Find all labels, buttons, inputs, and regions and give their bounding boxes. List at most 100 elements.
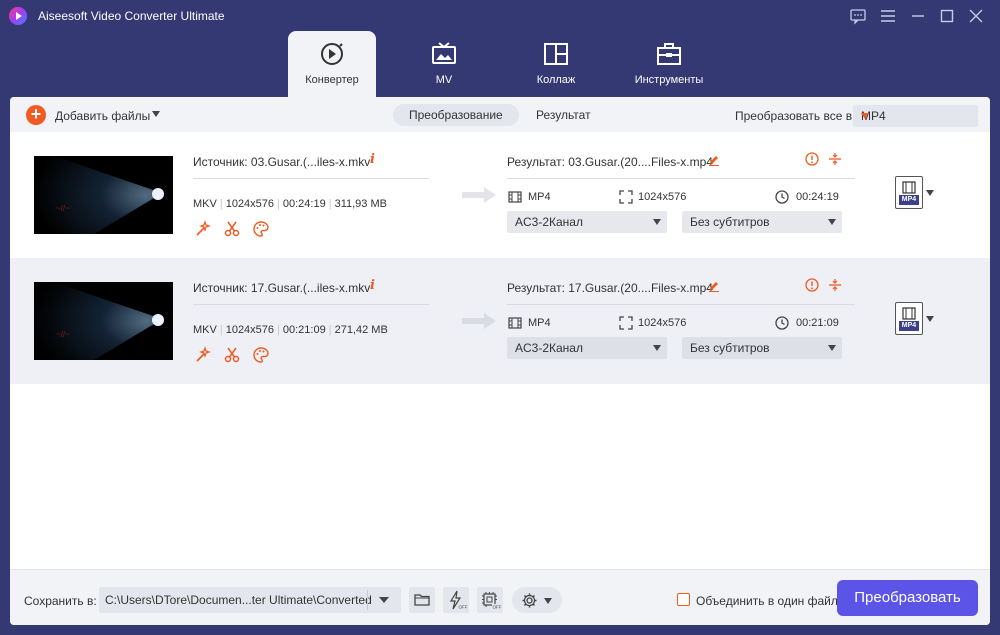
tab-collage[interactable]: Коллаж	[512, 31, 600, 97]
output-resolution: 1024x576	[638, 317, 687, 329]
source-meta: MKV | 1024x576 | 00:24:19 | 311,93 MB	[193, 198, 387, 210]
minimize-icon[interactable]	[908, 6, 928, 26]
toolbar: + Добавить файлы Преобразование Результа…	[10, 97, 990, 135]
divider	[507, 178, 855, 179]
tab-converter[interactable]: Конвертер	[288, 31, 376, 97]
arrow-right-icon	[462, 313, 496, 329]
video-thumbnail[interactable]: ~//~	[34, 282, 173, 360]
title-bar: Aiseesoft Video Converter Ultimate	[0, 0, 1000, 32]
convert-all-label: Преобразовать все в:	[735, 109, 856, 123]
audio-track-select[interactable]: AC3-2Канал	[507, 337, 667, 359]
audio-track-value: AC3-2Канал	[515, 215, 583, 229]
audio-track-value: AC3-2Канал	[515, 341, 583, 355]
gear-icon	[522, 593, 537, 608]
divider	[367, 590, 368, 610]
convert-all-button[interactable]: Преобразовать	[837, 580, 978, 616]
video-frame-image: ~//~	[34, 156, 173, 234]
cut-icon[interactable]	[223, 346, 241, 364]
convert-all-format-select[interactable]: MP4	[853, 105, 978, 127]
feedback-icon[interactable]	[848, 6, 868, 26]
source-container: MKV	[193, 324, 217, 336]
open-folder-button[interactable]	[409, 587, 435, 613]
source-filename: Источник: 03.Gusar.(...iles-x.mkv	[193, 155, 371, 169]
output-folder-select[interactable]: C:\Users\DTore\Documen...ter Ultimate\Co…	[99, 587, 401, 613]
tab-mv[interactable]: MV	[400, 31, 488, 97]
folder-icon	[414, 594, 430, 606]
chevron-down-icon	[861, 113, 869, 119]
enhance-icon[interactable]	[194, 220, 212, 238]
output-duration: 00:24:19	[796, 191, 839, 203]
converter-icon	[321, 43, 343, 65]
source-size: 271,42 MB	[334, 324, 388, 336]
source-meta: MKV | 1024x576 | 00:21:09 | 271,42 MB	[193, 324, 388, 336]
alert-icon[interactable]	[805, 278, 819, 292]
tab-mv-label: MV	[435, 74, 453, 86]
resolution-icon	[619, 190, 633, 204]
add-files-icon[interactable]: +	[26, 105, 46, 125]
chevron-down-icon	[653, 345, 661, 351]
film-icon	[508, 191, 522, 203]
add-files-button[interactable]: Добавить файлы	[55, 109, 150, 123]
tab-conversion[interactable]: Преобразование	[393, 104, 519, 126]
palette-icon[interactable]	[252, 346, 270, 364]
merge-checkbox[interactable]	[677, 593, 690, 606]
alert-icon[interactable]	[805, 152, 819, 166]
format-dropdown-icon[interactable]	[926, 316, 934, 322]
cpu-off-icon: OFF	[482, 592, 502, 610]
compress-icon[interactable]	[828, 278, 842, 292]
format-badge-label: MP4	[899, 321, 919, 331]
output-resolution: 1024x576	[638, 191, 687, 203]
output-format-badge[interactable]: MP4	[895, 302, 923, 335]
tv-icon	[432, 42, 456, 64]
compress-icon[interactable]	[828, 152, 842, 166]
source-resolution: 1024x576	[225, 198, 275, 210]
video-frame-image: ~//~	[34, 282, 173, 360]
toolbox-icon	[657, 43, 681, 65]
menu-icon[interactable]	[878, 6, 898, 26]
close-icon[interactable]	[966, 6, 986, 26]
output-format: MP4	[528, 191, 551, 203]
cut-icon[interactable]	[223, 220, 241, 238]
format-dropdown-icon[interactable]	[926, 190, 934, 196]
gpu-accel-button[interactable]: OFF	[477, 587, 503, 613]
output-folder-path: C:\Users\DTore\Documen...ter Ultimate\Co…	[105, 593, 372, 607]
palette-icon[interactable]	[252, 220, 270, 238]
svg-text:OFF: OFF	[493, 605, 502, 610]
add-files-dropdown-icon[interactable]	[152, 111, 160, 117]
result-filename: Результат: 03.Gusar.(20....Files-x.mp4	[507, 155, 713, 169]
source-duration: 00:21:09	[282, 324, 326, 336]
audio-track-select[interactable]: AC3-2Канал	[507, 211, 667, 233]
merge-label[interactable]: Объединить в один файл	[696, 594, 838, 608]
tab-converter-label: Конвертер	[305, 74, 359, 86]
subtitle-select[interactable]: Без субтитров	[682, 211, 842, 233]
tab-tools[interactable]: Инструменты	[625, 31, 713, 97]
svg-text:~//~: ~//~	[56, 330, 70, 339]
source-container: MKV	[193, 198, 217, 210]
edit-icon[interactable]	[708, 280, 720, 292]
chevron-down-icon	[544, 598, 552, 604]
maximize-icon[interactable]	[937, 6, 957, 26]
file-row: ~//~ Источник: 17.Gusar.(...iles-x.mkv i…	[10, 258, 990, 384]
hardware-accel-button[interactable]: OFF	[443, 587, 469, 613]
chevron-down-icon	[379, 597, 389, 603]
divider	[193, 304, 429, 305]
subtitle-select[interactable]: Без субтитров	[682, 337, 842, 359]
output-format-badge[interactable]: MP4	[895, 176, 923, 209]
tab-result[interactable]: Результат	[520, 104, 607, 126]
file-row: ~//~ Источник: 03.Gusar.(...iles-x.mkv i…	[10, 132, 990, 258]
app-title: Aiseesoft Video Converter Ultimate	[38, 9, 225, 23]
film-icon	[508, 317, 522, 329]
source-duration: 00:24:19	[282, 198, 326, 210]
edit-icon[interactable]	[708, 154, 720, 166]
info-icon[interactable]: i	[370, 152, 375, 167]
source-resolution: 1024x576	[225, 324, 275, 336]
video-thumbnail[interactable]: ~//~	[34, 156, 173, 234]
clock-icon	[775, 316, 789, 330]
source-size: 311,93 MB	[334, 198, 387, 210]
info-icon[interactable]: i	[370, 278, 375, 293]
enhance-icon[interactable]	[194, 346, 212, 364]
divider	[193, 178, 429, 179]
settings-button[interactable]	[512, 587, 562, 613]
app-logo-icon	[9, 7, 27, 25]
chevron-down-icon	[653, 219, 661, 225]
